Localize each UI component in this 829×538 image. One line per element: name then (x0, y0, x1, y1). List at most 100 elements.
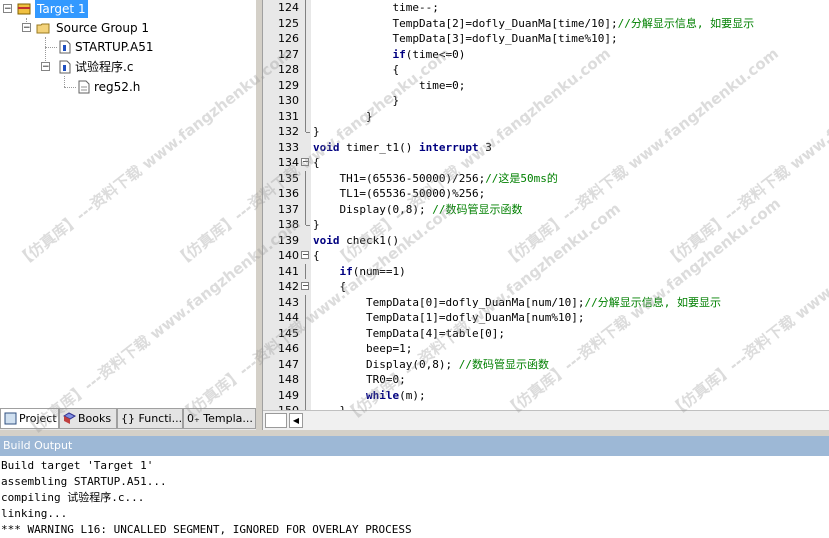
line-number: 148 (278, 373, 299, 386)
tab-project[interactable]: Project (0, 409, 59, 429)
line-number: 145 (278, 326, 299, 340)
fold-toggle-icon[interactable]: − (300, 248, 310, 264)
code-line[interactable]: 125 TempData[2]=dofly_DuanMa[time/10];//… (263, 15, 829, 31)
line-number: 129 (278, 78, 299, 92)
folder-icon (36, 23, 50, 34)
asm-file-icon (59, 40, 71, 54)
code-line[interactable]: 135 TH1=(65536-50000)/256;//这是50ms的 (263, 170, 829, 186)
line-number: 131 (278, 109, 299, 123)
line-number: 128 (278, 63, 299, 76)
code-line[interactable]: 144 TempData[1]=dofly_DuanMa[num%10]; (263, 310, 829, 326)
code-line[interactable]: 142− { (263, 279, 829, 295)
build-output-line: *** WARNING L16: UNCALLED SEGMENT, IGNOR… (1, 523, 412, 536)
tree-item-c-file[interactable]: − 试验程序.c (0, 58, 256, 76)
code-text: time--; (313, 1, 439, 14)
editor-horizontal-scrollbar[interactable]: ◀ (263, 410, 829, 430)
fold-marker (300, 170, 310, 186)
code-line[interactable]: 146 beep=1; (263, 341, 829, 357)
code-line[interactable]: 134−{ (263, 155, 829, 171)
tree-label-file: 试验程序.c (75, 60, 134, 74)
code-line[interactable]: 137 Display(0,8); //数码管显示函数 (263, 201, 829, 217)
code-line[interactable]: 140−{ (263, 248, 829, 264)
code-line[interactable]: 126 TempData[3]=dofly_DuanMa[time%10]; (263, 31, 829, 47)
fold-marker (300, 93, 310, 109)
fold-marker (300, 294, 310, 310)
fold-marker (300, 217, 310, 233)
code-line[interactable]: 138} (263, 217, 829, 233)
code-line[interactable]: 133 void timer_t1() interrupt 3 (263, 140, 829, 156)
line-number: 141 (278, 264, 299, 278)
code-text: void timer_t1() interrupt 3 (313, 140, 492, 154)
code-text: } (313, 94, 400, 107)
collapse-icon[interactable]: − (41, 62, 50, 72)
line-number: 149 (278, 388, 299, 402)
code-text: { (313, 249, 320, 262)
code-text: beep=1; (313, 342, 413, 355)
line-number: 140 (278, 249, 299, 262)
fold-marker (300, 62, 310, 78)
code-text: TR0=0; (313, 373, 406, 386)
fold-marker (300, 140, 310, 156)
tab-label: Project (19, 412, 57, 425)
tree-item-header-file[interactable]: reg52.h (0, 78, 256, 96)
fold-marker (300, 108, 310, 124)
code-text: { (313, 63, 400, 76)
fold-marker (300, 233, 310, 249)
fold-marker (300, 201, 310, 217)
project-panel: − Target 1 − Source Group 1 STARTUP.A51 … (0, 0, 257, 430)
fold-marker (300, 31, 310, 47)
fold-toggle-icon[interactable]: − (300, 279, 310, 295)
code-text: { (313, 156, 320, 169)
code-line[interactable]: 136 TL1=(65536-50000)%256; (263, 186, 829, 202)
tab-label: Books (78, 412, 112, 425)
file-tab[interactable] (265, 413, 287, 428)
fold-toggle-icon[interactable]: − (300, 155, 310, 171)
code-editor[interactable]: 124 time--; 125 TempData[2]=dofly_DuanMa[… (262, 0, 829, 430)
build-output-panel: Build Output Build target 'Target 1' ass… (0, 436, 829, 536)
line-number: 144 (278, 311, 299, 324)
fold-marker (300, 15, 310, 31)
code-line[interactable]: 127 if(time<=0) (263, 46, 829, 62)
tree-item-startup-file[interactable]: STARTUP.A51 (0, 38, 256, 56)
code-text: Display(0,8); //数码管显示函数 (313, 357, 549, 371)
collapse-icon[interactable]: − (22, 23, 31, 33)
tree-item-source-group[interactable]: − Source Group 1 (0, 19, 256, 37)
tab-books[interactable]: Books (59, 409, 117, 429)
project-tab-icon (4, 412, 17, 425)
code-line[interactable]: 143 TempData[0]=dofly_DuanMa[num/10];//分… (263, 294, 829, 310)
code-line[interactable]: 131 } (263, 108, 829, 124)
fold-marker (300, 372, 310, 388)
line-number: 142 (278, 280, 299, 293)
code-line[interactable]: 145 TempData[4]=table[0]; (263, 325, 829, 341)
code-line[interactable]: 132} (263, 124, 829, 140)
header-file-icon (78, 80, 90, 94)
code-text: TL1=(65536-50000)%256; (313, 187, 486, 200)
collapse-icon[interactable]: − (3, 4, 12, 14)
line-number: 132 (278, 125, 299, 138)
code-line[interactable]: 147 Display(0,8); //数码管显示函数 (263, 356, 829, 372)
tab-label: {} Functi... (121, 412, 183, 425)
code-line[interactable]: 141 if(num==1) (263, 263, 829, 279)
panel-tabs: Project Books {} Functi... 0₊ Templa... (0, 408, 256, 430)
tree-item-target[interactable]: − Target 1 (0, 0, 256, 18)
code-line[interactable]: 129 time=0; (263, 77, 829, 93)
tab-templates[interactable]: 0₊ Templa... (183, 409, 256, 429)
code-line[interactable]: 148 TR0=0; (263, 372, 829, 388)
target-icon (17, 3, 31, 15)
code-text: if(num==1) (339, 264, 406, 278)
code-text: while(m); (365, 388, 426, 402)
scroll-left-icon[interactable]: ◀ (289, 413, 303, 428)
fold-marker (300, 325, 310, 341)
tab-functions[interactable]: {} Functi... (117, 409, 183, 429)
build-output-line: Build target 'Target 1' (1, 459, 154, 472)
line-number: 143 (278, 295, 299, 309)
c-file-icon (59, 60, 71, 74)
code-line[interactable]: 124 time--; (263, 0, 829, 16)
books-icon (63, 412, 76, 424)
code-line[interactable]: 128 { (263, 62, 829, 78)
code-line[interactable]: 139 void check1() (263, 233, 829, 249)
code-line[interactable]: 149 while(m); (263, 387, 829, 403)
code-line[interactable]: 130 } (263, 93, 829, 109)
fold-marker (300, 310, 310, 326)
build-output-line: assembling STARTUP.A51... (1, 475, 167, 488)
